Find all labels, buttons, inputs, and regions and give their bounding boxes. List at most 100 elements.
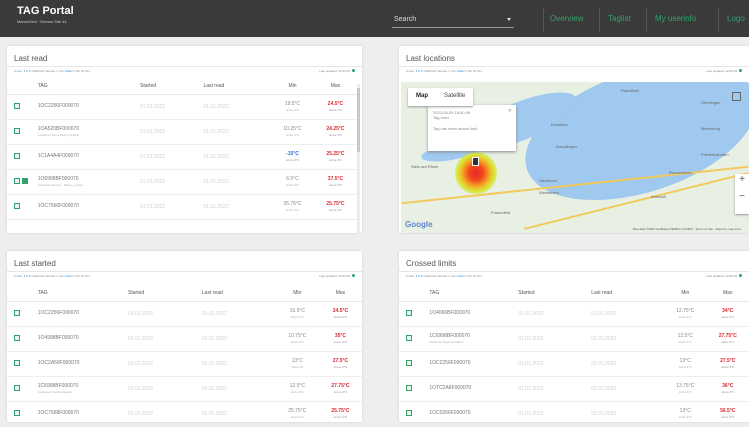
nav-overview[interactable]: Overview — [550, 14, 583, 23]
tag-cell[interactable]: 1OC2256F000070 — [38, 94, 140, 119]
col-started[interactable]: Started — [140, 78, 203, 94]
count-links[interactable]: 1 2 3 4 — [416, 274, 425, 278]
max-cell: 56.5°Csince 3°C — [707, 401, 749, 426]
tag-icon[interactable] — [14, 310, 20, 316]
started-cell: 01.01.2022 — [518, 376, 591, 401]
count-links[interactable]: 1 2 3 4 — [24, 274, 33, 278]
map-pin-icon[interactable] — [472, 157, 479, 166]
table-row[interactable]: 1C6998BF000070Customer Documentation01.0… — [399, 326, 749, 351]
popup-body: Tag has been above limit — [433, 126, 511, 131]
table-row[interactable]: 1C6998BF000070Customer Documentation 01.0… — [7, 376, 362, 401]
crossed-limits-panel: Crossed limits Count: 1 2 3 4 Refresh in… — [399, 251, 749, 422]
scrollbar[interactable] — [357, 84, 360, 234]
count-links[interactable]: 1 2 3 4 — [416, 69, 425, 73]
col-min[interactable]: Min — [664, 285, 706, 301]
tag-icon[interactable] — [14, 153, 20, 159]
sensor-icon[interactable] — [22, 178, 28, 184]
col-last-read[interactable]: Last read — [203, 78, 271, 94]
tag-cell[interactable]: 1C1A4A4F000070 — [38, 144, 140, 169]
tag-cell[interactable]: 1OC2256F000070 — [429, 351, 518, 376]
tag-cell[interactable]: 1OC2256F000070 — [38, 301, 128, 326]
table-row[interactable]: 1C1A4A4F00007001.01.202201.01.2022-15°Cs… — [7, 144, 357, 169]
table-row[interactable]: 1OC2256F00007001.01.202201.01.202219.5°C… — [7, 94, 357, 119]
col-max[interactable]: Max — [319, 285, 362, 301]
col-min[interactable]: Min — [271, 78, 314, 94]
zoom-in-icon[interactable]: + — [735, 174, 749, 185]
tag-icon[interactable] — [14, 178, 20, 184]
col-min[interactable]: Min — [276, 285, 319, 301]
map-view[interactable]: Radolfzell Konstanz Kreuzlingen Stein am… — [401, 82, 749, 233]
search-select[interactable]: Search — [392, 13, 514, 28]
tag-cell[interactable]: 1OC2A58F000070 — [38, 351, 128, 376]
tag-icon[interactable] — [14, 103, 20, 109]
tag-cell[interactable]: 1O4066BF000070 — [429, 301, 518, 326]
zoom-out-icon[interactable]: − — [735, 191, 749, 202]
nav-taglist[interactable]: Taglist — [608, 14, 631, 23]
row-icon-cell — [7, 401, 38, 426]
col-started[interactable]: Started — [128, 285, 202, 301]
table-row[interactable]: 1O6998BF000070Customer Sensor · Data p_s… — [7, 169, 357, 194]
table-row[interactable]: 1OC0266F00007001.01.202201.01.202213°Csi… — [399, 401, 749, 426]
table-row[interactable]: 1OC2256F00007001.01.202201.01.202219.5°C… — [7, 301, 362, 326]
table-row[interactable]: 1O4998BF00007001.01.202201.01.202210.75°… — [7, 326, 362, 351]
tag-cell[interactable]: 1C6998BF000070Customer Documentation — [38, 376, 128, 401]
col-last-read[interactable]: Last read — [202, 285, 276, 301]
tag-cell[interactable]: 1OA520BF000070Customer Stone Dustry Test… — [38, 119, 140, 144]
tag-icon[interactable] — [14, 360, 20, 366]
tag-icon[interactable] — [406, 335, 412, 341]
tag-id: 1OC2A58F000070 — [38, 360, 80, 366]
col-tag[interactable]: TAG — [38, 285, 128, 301]
satellite-tab[interactable]: Satellite — [436, 88, 473, 104]
tag-icon[interactable] — [14, 335, 20, 341]
col-max[interactable]: Max — [707, 285, 749, 301]
table-row[interactable]: 1OA520BF000070Customer Stone Dustry Test… — [7, 119, 357, 144]
tag-icon[interactable] — [14, 128, 20, 134]
tag-icon[interactable] — [14, 385, 20, 391]
col-icon — [7, 285, 38, 301]
fullscreen-icon[interactable] — [732, 92, 741, 101]
col-max[interactable]: Max — [314, 78, 357, 94]
tag-icon[interactable] — [406, 360, 412, 366]
min-cell: 13.75°Csince 3°C — [664, 376, 706, 401]
last-read-cell: 01.01.2022 — [202, 301, 276, 326]
table-row[interactable]: 1OC7566F00007001.01.202201.01.202225.75°… — [7, 194, 357, 219]
tag-icon[interactable] — [14, 410, 20, 416]
scrollbar-thumb[interactable] — [357, 88, 360, 152]
last-started-panel: Last started Count: 1 2 3 4 Refresh inte… — [7, 251, 362, 422]
table-row[interactable]: 1OC7568F00007001.01.202201.01.202225.75°… — [7, 401, 362, 426]
table-row[interactable]: 1OC2A58F00007001.01.202201.01.202213°Csi… — [7, 351, 362, 376]
tag-cell[interactable]: 1O6998BF000070Customer Sensor · Data p_s… — [38, 169, 140, 194]
code-link[interactable]: Code — [65, 69, 72, 73]
col-started[interactable]: Started — [518, 285, 591, 301]
nav-my-userinfo[interactable]: My userinfo — [655, 14, 696, 23]
col-tag[interactable]: TAG — [429, 285, 518, 301]
table-row[interactable]: 1O4066BF00007001.01.202201.01.202212.75°… — [399, 301, 749, 326]
started-cell: 01.01.2022 — [140, 169, 203, 194]
col-tag[interactable]: TAG — [38, 78, 140, 94]
close-icon[interactable]: ✕ — [508, 108, 512, 114]
code-link[interactable]: Code — [65, 274, 72, 278]
tag-icon[interactable] — [406, 310, 412, 316]
count-links[interactable]: 1 2 3 4 — [24, 69, 33, 73]
last-read-cell: 01.01.2022 — [202, 376, 276, 401]
tag-cell[interactable]: 1OTC2A8F000070 — [429, 376, 518, 401]
brand[interactable]: TAG Portal MarcelVeni · Demos Site 44 — [17, 5, 74, 24]
table-row[interactable]: 1OTC2A8F00007001.01.202201.01.202213.75°… — [399, 376, 749, 401]
tag-cell[interactable]: 1OC0266F000070 — [429, 401, 518, 426]
col-last-read[interactable]: Last read — [591, 285, 664, 301]
tag-icon[interactable] — [406, 410, 412, 416]
tag-cell[interactable]: 1OC7568F000070 — [38, 401, 128, 426]
tag-cell[interactable]: 1O4998BF000070 — [38, 326, 128, 351]
nav-logo[interactable]: Logo — [727, 14, 745, 23]
tag-icon[interactable] — [406, 385, 412, 391]
tag-icon[interactable] — [14, 203, 20, 209]
map-tab[interactable]: Map — [408, 88, 436, 104]
code-link[interactable]: Code — [457, 274, 464, 278]
max-value: 35°C — [335, 333, 346, 339]
tag-cell[interactable]: 1C6998BF000070Customer Documentation — [429, 326, 518, 351]
tag-cell[interactable]: 1OC7566F000070 — [38, 194, 140, 219]
code-link[interactable]: Code — [457, 69, 464, 73]
max-value: 25.75°C — [331, 408, 349, 414]
map-attribution[interactable]: Map data ©2023 GeoBasis-DE/BKG (©2009) ·… — [633, 227, 741, 231]
table-row[interactable]: 1OC2256F00007001.01.202201.01.202213°Csi… — [399, 351, 749, 376]
